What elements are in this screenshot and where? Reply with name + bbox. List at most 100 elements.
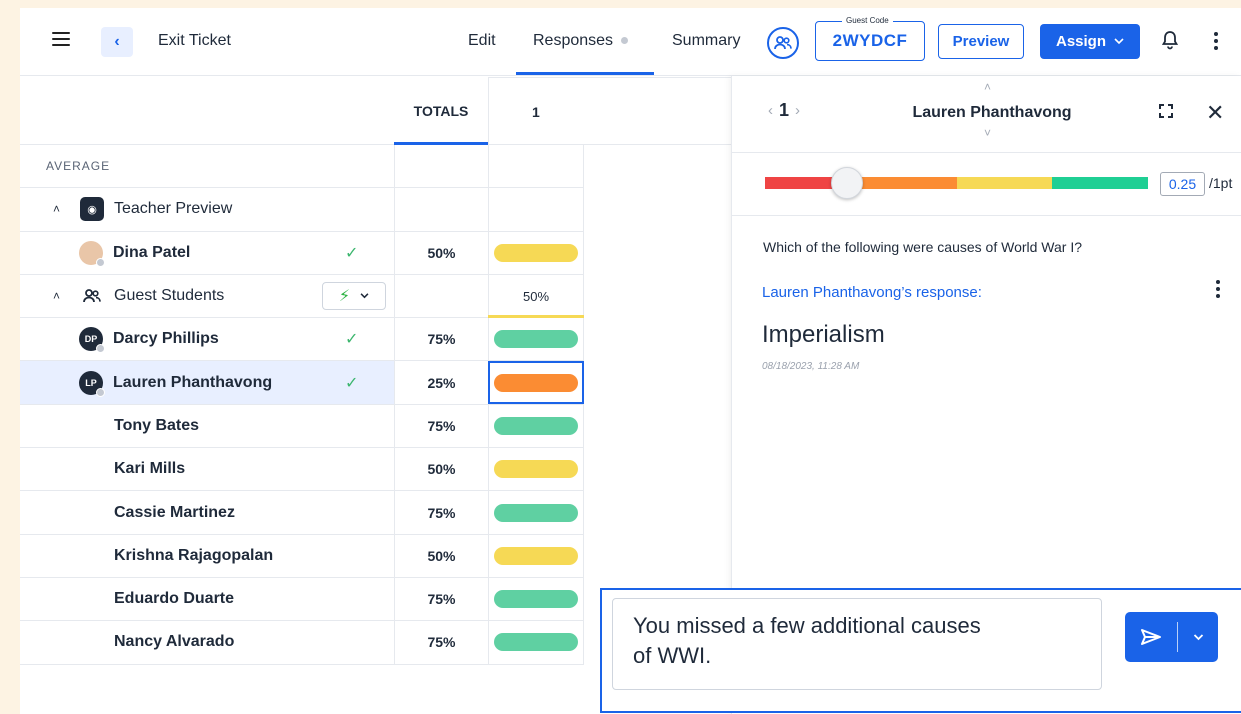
avatar-initials: DP [84, 334, 98, 345]
feedback-composer: You missed a few additional causes of WW… [600, 588, 1241, 713]
table-row-selected[interactable]: LP Lauren Phanthavong ✓ 25% [20, 361, 584, 405]
chevron-down-icon [1114, 38, 1124, 45]
student-total: 50% [394, 231, 488, 274]
student-name-cell: Cassie Martinez [20, 491, 394, 533]
average-question-cell [488, 145, 584, 188]
question-pager: ‹ 1 › [768, 100, 800, 121]
student-name: Nancy Alvarado [114, 633, 235, 651]
avatar: LP [79, 370, 105, 397]
feedback-line-2: of WWI. [633, 643, 712, 668]
response-cell[interactable] [488, 448, 584, 491]
feedback-input[interactable]: You missed a few additional causes of WW… [612, 598, 1102, 690]
people-icon [774, 36, 792, 50]
preview-button[interactable]: Preview [938, 24, 1024, 59]
avatar-initials: LP [85, 377, 97, 388]
table-row[interactable]: Krishna Rajagopalan 50% [20, 534, 584, 578]
guest-group-total-cell [394, 274, 488, 318]
guest-code-label: Guest Code [842, 16, 893, 25]
student-name: Darcy Phillips [113, 330, 219, 348]
teacher-preview-label: Teacher Preview [114, 200, 233, 218]
score-pill [494, 546, 578, 565]
student-name: Kari Mills [114, 460, 186, 478]
question-average: 50% [522, 288, 550, 304]
average-total-cell [394, 145, 488, 188]
active-tab-indicator [516, 72, 654, 75]
table-row[interactable]: Tony Bates 75% [20, 404, 584, 449]
status-dot [96, 344, 105, 354]
student-name-cell: Eduardo Duarte [20, 578, 394, 620]
score-slider-track[interactable] [765, 177, 1148, 189]
table-header: TOTALS 1 [20, 77, 731, 145]
close-icon[interactable]: ✕ [1206, 100, 1224, 126]
back-button[interactable]: ‹ [101, 27, 133, 57]
collapse-caret-icon[interactable]: ˄ [53, 202, 60, 216]
table-row[interactable]: Nancy Alvarado 75% [20, 621, 584, 665]
chevron-right-icon[interactable]: › [795, 102, 800, 119]
tab-edit[interactable]: Edit [468, 32, 496, 50]
student-total: 75% [394, 318, 488, 361]
lightning-icon: ⚡ [338, 288, 351, 306]
score-slider-handle[interactable] [830, 167, 863, 199]
table-row[interactable]: DP Darcy Phillips ✓ 75% [20, 318, 584, 362]
panel-header: ‹ 1 › ˄ Lauren Phanthavong ˅ ✕ [732, 76, 1241, 153]
teacher-group-total-cell [394, 188, 488, 231]
response-cell[interactable] [488, 577, 584, 621]
panel-student-name: Lauren Phanthavong [912, 104, 1072, 121]
bell-icon[interactable] [1161, 30, 1179, 55]
response-cell[interactable] [488, 231, 584, 274]
guest-group-average-cell: 50% [488, 274, 584, 318]
table-row[interactable]: Kari Mills 50% [20, 448, 584, 492]
more-options-icon[interactable] [1214, 32, 1218, 50]
teacher-preview-group-row[interactable]: ˄ ◉ Teacher Preview [20, 188, 584, 232]
chevron-down-icon[interactable] [1178, 633, 1218, 641]
teacher-group-name-cell: ˄ ◉ Teacher Preview [20, 188, 394, 230]
chevron-up-icon[interactable]: ˄ [984, 80, 991, 94]
table-row[interactable]: Eduardo Duarte 75% [20, 577, 584, 622]
chevron-down-icon[interactable]: ˅ [984, 126, 991, 140]
student-total: 50% [394, 534, 488, 577]
guest-students-group-row[interactable]: ˄ Guest Students ⚡ 50% [20, 274, 584, 319]
tab-responses[interactable]: Responses [533, 32, 629, 50]
response-cell[interactable] [488, 361, 584, 404]
student-total: 50% [394, 448, 488, 491]
question-1-column-header[interactable]: 1 [488, 77, 731, 145]
response-cell[interactable] [488, 318, 584, 361]
response-options-icon[interactable] [1216, 280, 1220, 298]
guest-students-button[interactable] [767, 27, 799, 59]
student-name-cell: LP Lauren Phanthavong ✓ [20, 361, 394, 404]
table-row[interactable]: Cassie Martinez 75% [20, 491, 584, 535]
average-label: AVERAGE [46, 159, 111, 174]
assign-label: Assign [1055, 33, 1106, 50]
response-cell[interactable] [488, 404, 584, 448]
score-pill [494, 330, 578, 349]
response-cell[interactable] [488, 534, 584, 577]
average-name-cell: AVERAGE [20, 145, 394, 187]
menu-icon[interactable] [52, 32, 70, 46]
collapse-caret-icon[interactable]: ˄ [53, 289, 60, 303]
student-name: Cassie Martinez [114, 503, 235, 521]
score-input[interactable]: 0.25 [1160, 172, 1205, 196]
expand-icon[interactable] [1159, 104, 1173, 123]
table-row[interactable]: Dina Patel ✓ 50% [20, 231, 584, 275]
quick-grade-button[interactable]: ⚡ [322, 282, 386, 311]
question-number: 1 [779, 100, 790, 120]
student-name: Lauren Phanthavong [113, 373, 273, 391]
check-icon: ✓ [345, 374, 359, 392]
slider-segment [1052, 177, 1148, 189]
assign-button[interactable]: Assign [1040, 24, 1140, 59]
status-dot [96, 387, 105, 397]
chevron-left-icon[interactable]: ‹ [768, 102, 773, 119]
guest-code-box[interactable]: Guest Code 2WYDCF [815, 16, 925, 61]
totals-column-header[interactable]: TOTALS [394, 77, 488, 145]
response-cell[interactable] [488, 621, 584, 664]
preview-eye-icon: ◉ [80, 197, 104, 222]
send-feedback-button[interactable] [1125, 612, 1218, 662]
student-total: 75% [394, 577, 488, 621]
tab-summary[interactable]: Summary [672, 32, 740, 50]
score-total: /1pt [1209, 175, 1233, 191]
student-rows: AVERAGE ˄ ◉ Teacher Preview Dina Patel ✓… [20, 145, 584, 665]
response-cell[interactable] [488, 491, 584, 534]
status-dot [96, 257, 105, 267]
status-dot [621, 37, 629, 45]
send-icon [1125, 628, 1177, 646]
